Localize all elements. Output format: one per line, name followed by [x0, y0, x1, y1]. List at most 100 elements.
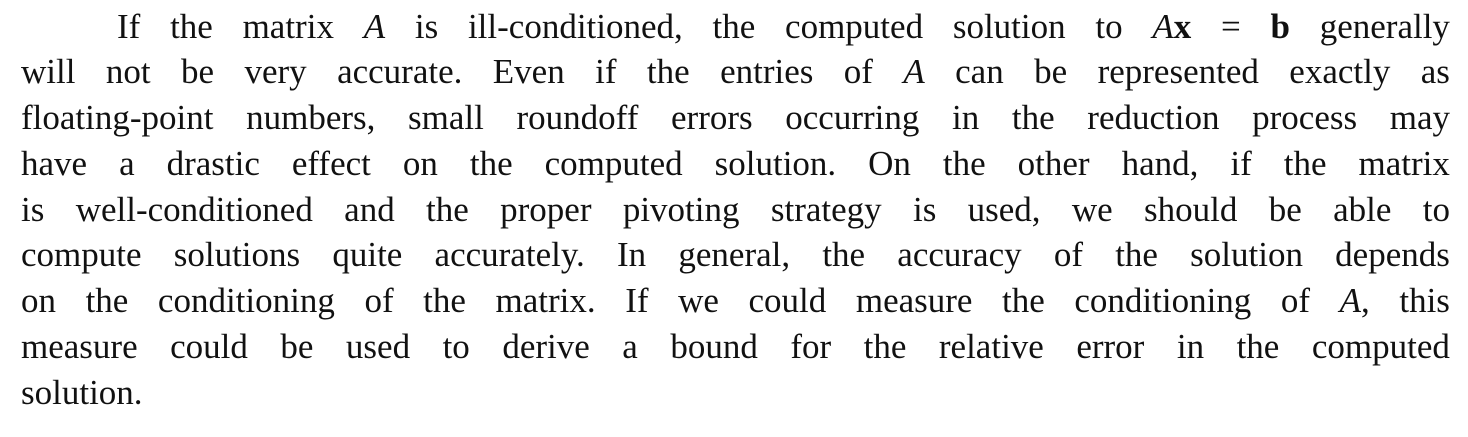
word: pivoting — [622, 190, 740, 229]
word: and — [344, 190, 395, 229]
document-page: If the matrix Ais ill-conditioned, the compute… — [0, 0, 1468, 437]
word: solution — [952, 7, 1066, 46]
word: the — [426, 190, 469, 229]
word: the — [423, 281, 466, 320]
word: reduction — [1087, 98, 1220, 137]
word: drastic — [166, 144, 260, 183]
word: strategy — [770, 190, 882, 229]
word: of — [843, 52, 873, 91]
word: is — [21, 190, 45, 229]
word: measure — [855, 281, 973, 320]
word: represented — [1097, 52, 1259, 91]
word: the — [712, 7, 756, 46]
word: b — [1270, 7, 1290, 46]
paragraph-line-7: on the conditioning of the matrix. If we could me… — [21, 278, 1450, 324]
word: matrix. — [495, 281, 596, 320]
word: relative — [938, 327, 1044, 366]
word: the — [1236, 327, 1280, 366]
word: Ax — [1152, 7, 1192, 46]
word: quite — [332, 235, 403, 274]
word: in — [1176, 327, 1205, 366]
paragraph-line-5: is well-conditioned and the proper pivoting st… — [21, 187, 1450, 233]
word: if — [1230, 144, 1252, 183]
word: proper — [500, 190, 592, 229]
word: be — [181, 52, 215, 91]
word: the — [942, 144, 986, 183]
word: on — [402, 144, 438, 183]
word: may — [1389, 98, 1450, 137]
word: the — [170, 7, 213, 46]
word: floating-point — [21, 98, 214, 137]
word: the — [1115, 235, 1158, 274]
word: could — [748, 281, 827, 320]
word: we — [678, 281, 719, 320]
word: If — [117, 7, 141, 46]
word: A, — [1339, 281, 1370, 320]
word: hand, — [1121, 144, 1199, 183]
word: of — [1053, 235, 1083, 274]
word: small — [408, 98, 484, 137]
word: matrix — [242, 7, 334, 46]
paragraph-line-6: compute solutions quite accurately. In genera… — [21, 232, 1450, 278]
word: of — [1280, 281, 1311, 320]
word: the — [1283, 144, 1327, 183]
word: in — [952, 98, 980, 137]
word: is — [414, 7, 439, 46]
paragraph-line-3: floating-point numbers, small roundoff error… — [21, 95, 1450, 141]
word: effect — [291, 144, 371, 183]
word: the — [1002, 281, 1045, 320]
word: the — [469, 144, 513, 183]
word: solution. — [714, 144, 837, 183]
word: conditioning — [157, 281, 335, 320]
word: If — [625, 281, 649, 320]
word: process — [1252, 98, 1358, 137]
word: A — [363, 7, 386, 46]
word: able — [1333, 190, 1392, 229]
word: other — [1017, 144, 1090, 183]
word: = — [1221, 7, 1241, 46]
word: could — [170, 327, 248, 366]
word: the — [863, 327, 907, 366]
word: Even — [492, 52, 565, 91]
word: general, — [678, 235, 791, 274]
word: compute — [21, 235, 142, 274]
word: not — [105, 52, 151, 91]
word: occurring — [785, 98, 920, 137]
word: computed — [544, 144, 683, 183]
word: A — [903, 52, 925, 91]
word: computed — [1311, 327, 1450, 366]
word: ill-conditioned, — [467, 7, 683, 46]
word: on — [21, 281, 56, 320]
word: roundoff — [516, 98, 639, 137]
word: In — [617, 235, 647, 274]
word: will — [21, 52, 76, 91]
word: for — [790, 327, 832, 366]
word: to — [442, 327, 470, 366]
word: the — [85, 281, 129, 320]
word: can — [955, 52, 1004, 91]
word: we — [1071, 190, 1113, 229]
paragraph-line-9: solution. — [21, 373, 143, 412]
word: be — [280, 327, 314, 366]
word: the — [822, 235, 866, 274]
word: derive — [502, 327, 590, 366]
word: exactly — [1289, 52, 1391, 91]
word: be — [1034, 52, 1068, 91]
paragraph-line-1: If the matrix Ais ill-conditioned, the compute… — [117, 4, 1450, 50]
word: matrix — [1358, 144, 1450, 183]
word: accuracy — [897, 235, 1022, 274]
word: numbers, — [246, 98, 376, 137]
word: as — [1420, 52, 1450, 91]
word: this — [1399, 281, 1450, 320]
word: to — [1422, 190, 1450, 229]
word: bound — [670, 327, 758, 366]
paragraph-line-2: will not be very accurate. Even if the entries of… — [21, 49, 1450, 95]
word: computed — [785, 7, 924, 46]
word: a — [622, 327, 638, 366]
word: error — [1076, 327, 1145, 366]
word: accurate. — [337, 52, 463, 91]
word: used — [345, 327, 411, 366]
word: On — [868, 144, 911, 183]
word: be — [1268, 190, 1302, 229]
word: measure — [21, 327, 138, 366]
